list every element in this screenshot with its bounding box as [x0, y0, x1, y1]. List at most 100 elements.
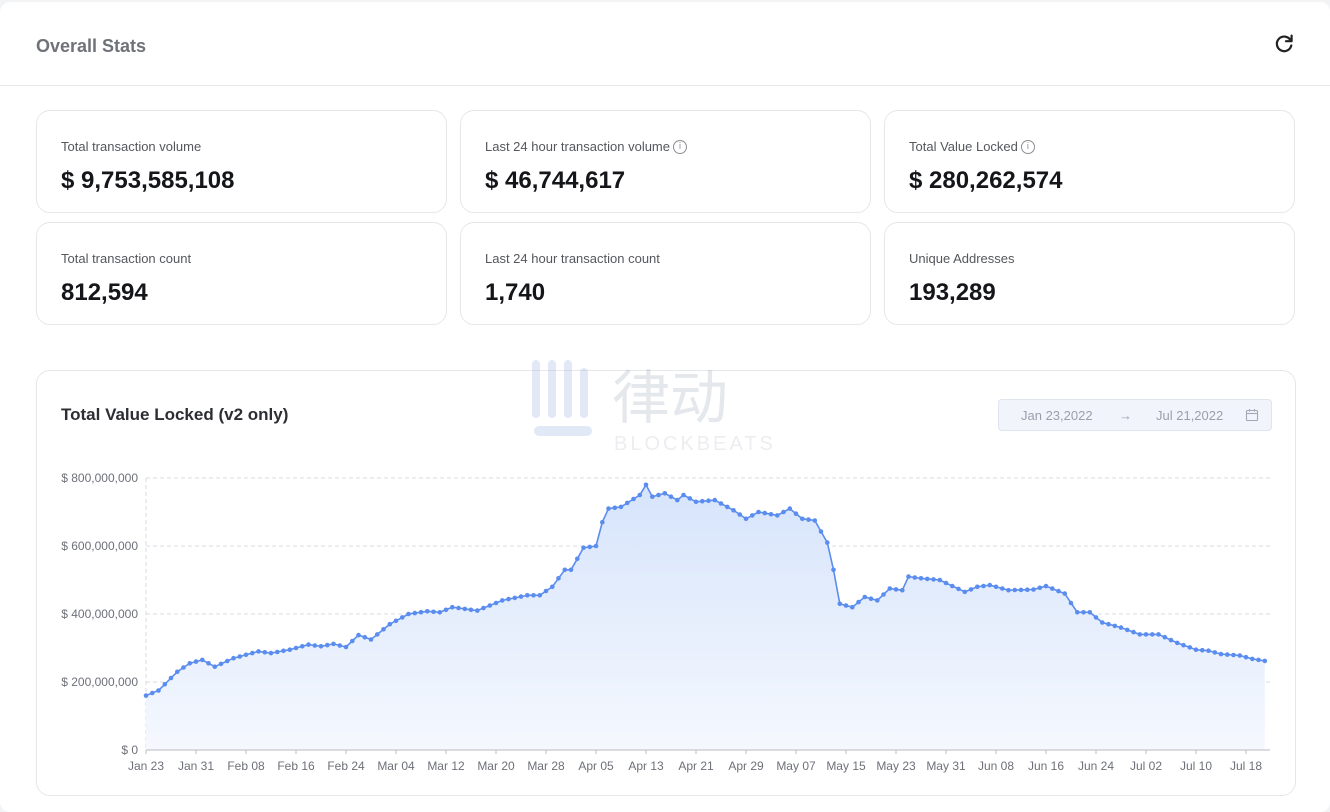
data-point [187, 661, 193, 666]
data-point [612, 505, 618, 511]
data-point [1231, 652, 1236, 658]
data-point [818, 529, 824, 534]
data-point [1100, 620, 1105, 625]
data-point [856, 599, 861, 605]
data-point [1162, 634, 1168, 640]
data-point [1081, 610, 1086, 615]
data-point [481, 605, 486, 611]
data-point [631, 496, 636, 502]
data-point [987, 582, 993, 588]
data-point [668, 494, 674, 500]
data-point [162, 682, 168, 687]
data-point [1156, 632, 1161, 637]
data-point [462, 606, 468, 612]
data-point [825, 540, 830, 545]
data-point [981, 583, 986, 589]
data-point [681, 492, 686, 498]
x-tick-label: Apr 21 [678, 759, 714, 773]
data-point [718, 501, 724, 506]
data-point [768, 512, 774, 517]
data-point [675, 497, 680, 503]
x-tick-label: Feb 16 [277, 759, 315, 773]
data-point [437, 610, 443, 615]
data-point [1137, 632, 1143, 637]
data-point [525, 593, 530, 598]
data-point [643, 482, 649, 488]
data-point [756, 509, 761, 515]
data-point [618, 504, 624, 510]
data-point [762, 510, 768, 516]
x-tick-label: Mar 12 [427, 759, 465, 773]
data-point [862, 594, 868, 600]
x-tick-label: Apr 13 [628, 759, 664, 773]
y-tick-label: $ 400,000,000 [61, 607, 138, 621]
data-point [550, 584, 555, 590]
data-point [806, 517, 811, 522]
tvl-area-chart: $ 0 $ 200,000,000 $ 400,000,000 $ 600,000,0… [61, 471, 1270, 773]
data-point [181, 665, 186, 670]
data-point [850, 604, 855, 610]
data-point [1218, 651, 1224, 657]
data-point [381, 627, 386, 632]
data-point [293, 645, 299, 651]
data-point [443, 607, 449, 613]
data-point [918, 576, 924, 581]
data-point [937, 577, 943, 583]
data-point [1212, 650, 1218, 655]
data-point [868, 596, 874, 601]
data-point [1237, 653, 1243, 658]
data-point [887, 586, 893, 591]
data-point [375, 632, 380, 637]
x-tick-label: Apr 29 [728, 759, 764, 773]
data-point [312, 643, 318, 648]
data-point [300, 644, 305, 649]
data-point [250, 650, 255, 656]
data-point [1256, 657, 1261, 663]
data-point [562, 567, 568, 573]
data-point [737, 512, 743, 517]
data-point [812, 518, 818, 523]
data-point [1050, 586, 1055, 591]
data-point [943, 580, 949, 586]
data-point [1006, 587, 1011, 593]
data-point [1068, 600, 1074, 606]
data-point [556, 576, 561, 581]
data-point [600, 519, 605, 525]
data-point [875, 598, 880, 603]
x-tick-label: May 23 [876, 759, 916, 773]
data-point [400, 615, 405, 620]
x-tick-label: May 15 [826, 759, 866, 773]
data-point [1125, 627, 1130, 633]
data-point [906, 574, 911, 579]
data-point [456, 605, 461, 611]
data-point [468, 607, 474, 613]
data-point [1025, 587, 1030, 592]
data-point [512, 595, 518, 601]
y-tick-label: $ 800,000,000 [61, 471, 138, 485]
data-point [800, 516, 805, 522]
data-point [693, 499, 699, 505]
data-point [637, 492, 643, 498]
data-point [837, 601, 843, 607]
data-point [275, 649, 280, 655]
data-point [1056, 588, 1061, 594]
data-point [393, 618, 399, 624]
data-point [325, 642, 330, 648]
data-point [431, 609, 436, 615]
x-tick-label: May 31 [926, 759, 966, 773]
data-point [243, 652, 249, 658]
data-point [743, 516, 749, 522]
data-point [531, 593, 536, 598]
data-point [1112, 623, 1118, 629]
data-point [1262, 658, 1268, 664]
data-point [231, 655, 236, 661]
data-point [712, 497, 718, 503]
x-tick-label: Mar 04 [377, 759, 415, 773]
data-point [787, 506, 793, 511]
data-point [262, 650, 268, 655]
data-point [793, 511, 799, 516]
data-point [893, 587, 899, 592]
data-point [931, 577, 936, 582]
data-point [687, 496, 693, 501]
data-point [975, 584, 980, 590]
